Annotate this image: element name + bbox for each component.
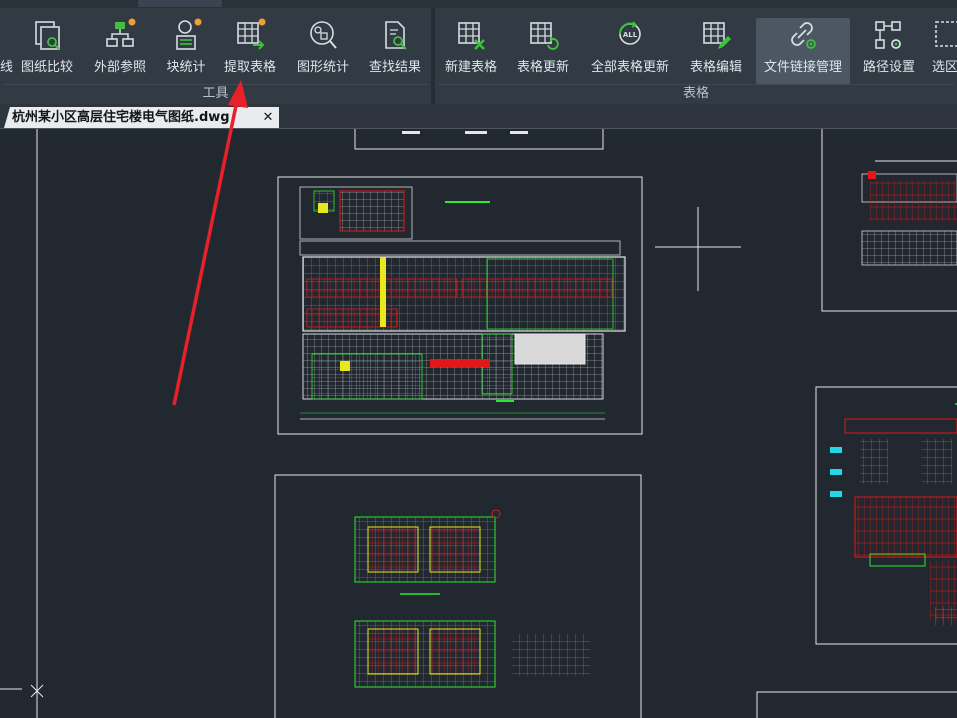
new-table-button[interactable]: 新建表格 (440, 18, 502, 84)
table-update-icon (530, 22, 559, 50)
partial-button[interactable]: 线 (0, 18, 14, 84)
table-edit-button[interactable]: 表格编辑 (684, 18, 748, 84)
drawing-sheet-top[interactable] (354, 129, 604, 150)
ribbon-tab-strip (0, 0, 957, 8)
shape-statistics-button[interactable]: 图形统计 (290, 18, 356, 84)
drawing-sheet-system-diagram[interactable] (815, 386, 957, 645)
new-table-icon (458, 22, 485, 50)
tools-group-label: 工具 (202, 86, 229, 101)
extract-table-icon (237, 18, 266, 50)
drawing-sheet-distribution[interactable] (821, 129, 957, 312)
drawing-sheet-bottom-right[interactable] (756, 691, 957, 718)
update-all-tables-icon: ALL (618, 21, 641, 45)
external-reference-icon (106, 18, 136, 47)
file-link-icon (791, 22, 816, 49)
table-update-button[interactable]: 表格更新 (510, 18, 576, 84)
document-tab[interactable]: 杭州某小区高层住宅楼电气图纸.dwg ✕ (4, 107, 279, 128)
drawing-compare-button[interactable]: 图纸比较 (16, 18, 78, 84)
update-all-tables-button[interactable]: ALL 全部表格更新 (584, 18, 676, 84)
find-results-icon (385, 21, 407, 50)
block-statistics-icon (176, 18, 202, 50)
drawing-sheet-unit-plans[interactable] (274, 474, 642, 718)
crosshair-cursor (655, 207, 741, 291)
active-ribbon-tab[interactable] (138, 0, 222, 7)
path-settings-icon (875, 21, 901, 49)
table-group-label: 表格 (682, 86, 709, 101)
table-edit-icon (703, 22, 731, 49)
close-icon[interactable]: ✕ (261, 107, 275, 128)
extract-table-button[interactable]: 提取表格 (218, 18, 282, 84)
drawing-sheet-floor-plan[interactable] (277, 176, 643, 435)
document-tab-bar: 杭州某小区高层住宅楼电气图纸.dwg ✕ (0, 104, 957, 129)
selection-icon (935, 21, 957, 47)
drawing-compare-icon (35, 21, 60, 50)
drawing-canvas[interactable] (0, 129, 957, 718)
block-statistics-button[interactable]: 块统计 (160, 18, 212, 84)
document-tab-title: 杭州某小区高层住宅楼电气图纸.dwg (12, 110, 230, 125)
partial-icon (0, 18, 14, 54)
external-reference-button[interactable]: 外部参照 (88, 18, 152, 84)
selection-button[interactable]: 选区 (928, 18, 957, 84)
find-results-button[interactable]: 查找结果 (362, 18, 428, 84)
path-settings-button[interactable]: 路径设置 (856, 18, 922, 84)
shape-statistics-icon (310, 21, 337, 49)
svg-text:ALL: ALL (623, 31, 638, 39)
ribbon-toolbar: 线 图纸比较 外部参照 块统计 提取表格 图形统计 查找结果 新建表格 表格更新… (0, 8, 957, 104)
file-link-manage-button[interactable]: 文件链接管理 (756, 18, 850, 84)
